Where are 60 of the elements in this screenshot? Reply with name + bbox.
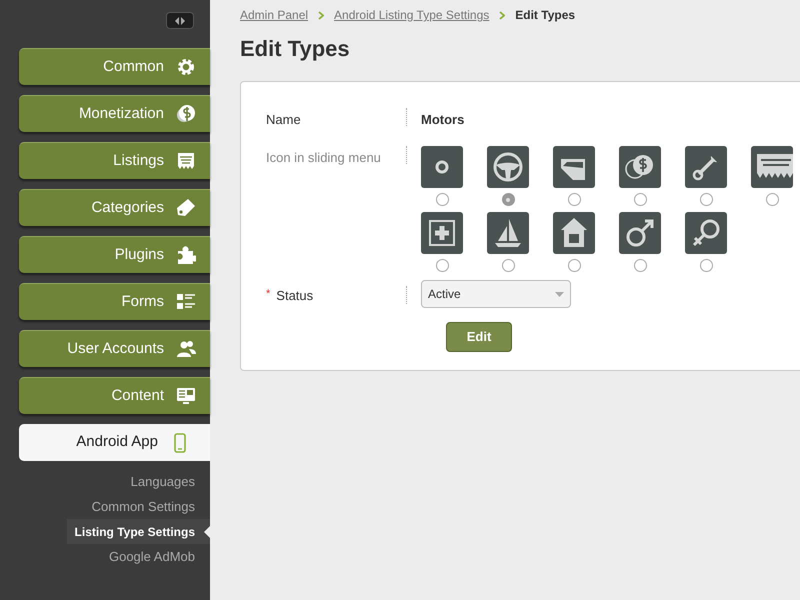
receipt-icon[interactable] (751, 146, 793, 188)
dropdown-arrow-icon (555, 292, 564, 296)
chevron-icon (318, 10, 324, 20)
radio-button[interactable] (634, 259, 646, 272)
female-sign-icon[interactable] (685, 212, 727, 254)
radio-button[interactable] (568, 259, 580, 272)
radio-button[interactable] (634, 193, 646, 206)
sidebar-menu-button[interactable]: User Accounts (19, 330, 210, 367)
sidebar-menu-button[interactable]: Common (19, 48, 210, 85)
left-right-arrows-icon[interactable] (174, 16, 186, 24)
breadcrumb-link[interactable]: Admin Panel (240, 6, 308, 24)
breadcrumb-link[interactable]: Android Listing Type Settings (334, 6, 490, 24)
sidebar-menu-button[interactable]: Monetization (19, 95, 210, 132)
ring-icon[interactable] (421, 146, 463, 188)
sidebar-menu-button[interactable]: Categories (19, 189, 210, 226)
edit-button[interactable]: Edit (446, 322, 512, 352)
chevron-icon (499, 10, 506, 20)
status-select[interactable]: Active (421, 280, 571, 308)
medical-cross-icon[interactable] (421, 212, 463, 254)
submenu-item[interactable]: Languages (130, 469, 210, 494)
field-label: Status (276, 287, 314, 305)
field-value: Motors (421, 112, 464, 127)
required-asterisk: * (266, 287, 270, 302)
puzzle-icon (178, 246, 196, 264)
checklist-icon (177, 294, 196, 309)
receipt-icon (178, 153, 194, 169)
house-icon[interactable] (553, 212, 595, 254)
submenu-item[interactable]: Common Settings (92, 494, 210, 519)
radio-button[interactable] (436, 259, 448, 272)
coins-icon[interactable] (619, 146, 661, 188)
male-sign-icon[interactable] (619, 212, 661, 254)
field-label: Icon in sliding menu (266, 150, 381, 165)
sidebar-menu-button[interactable]: Content (19, 377, 210, 414)
radio-button[interactable] (502, 193, 514, 206)
coin-icon (177, 105, 195, 122)
radio-button[interactable] (568, 193, 580, 206)
page-title: Edit Types (239, 35, 350, 63)
users-icon (177, 341, 196, 357)
sidebar-menu-button[interactable]: Plugins (19, 236, 210, 273)
radio-button[interactable] (700, 259, 712, 272)
gear-icon (178, 59, 194, 75)
phone-icon (174, 432, 186, 452)
sailboat-icon[interactable] (487, 212, 529, 254)
radio-button[interactable] (436, 193, 448, 206)
monitor-icon (177, 388, 195, 404)
pointer-icon (204, 526, 210, 538)
sidebar-menu-button[interactable]: Forms (19, 283, 210, 320)
field-label: Name (266, 112, 301, 127)
radio-button[interactable] (766, 193, 778, 206)
sidebar-menu-button[interactable]: Listings (19, 142, 210, 179)
breadcrumb-current: Edit Types (515, 7, 576, 24)
radio-button[interactable] (502, 259, 514, 272)
sidebar-menu-button[interactable]: Android App (19, 424, 210, 461)
wrench-icon[interactable] (685, 146, 727, 188)
submenu-item[interactable]: Google AdMob (108, 544, 210, 569)
submenu-item[interactable]: Listing Type Settings (66, 519, 210, 544)
radio-button[interactable] (700, 193, 712, 206)
tag-icon (177, 199, 195, 216)
car-door-icon[interactable] (553, 146, 595, 188)
steering-wheel-icon[interactable] (487, 146, 529, 188)
